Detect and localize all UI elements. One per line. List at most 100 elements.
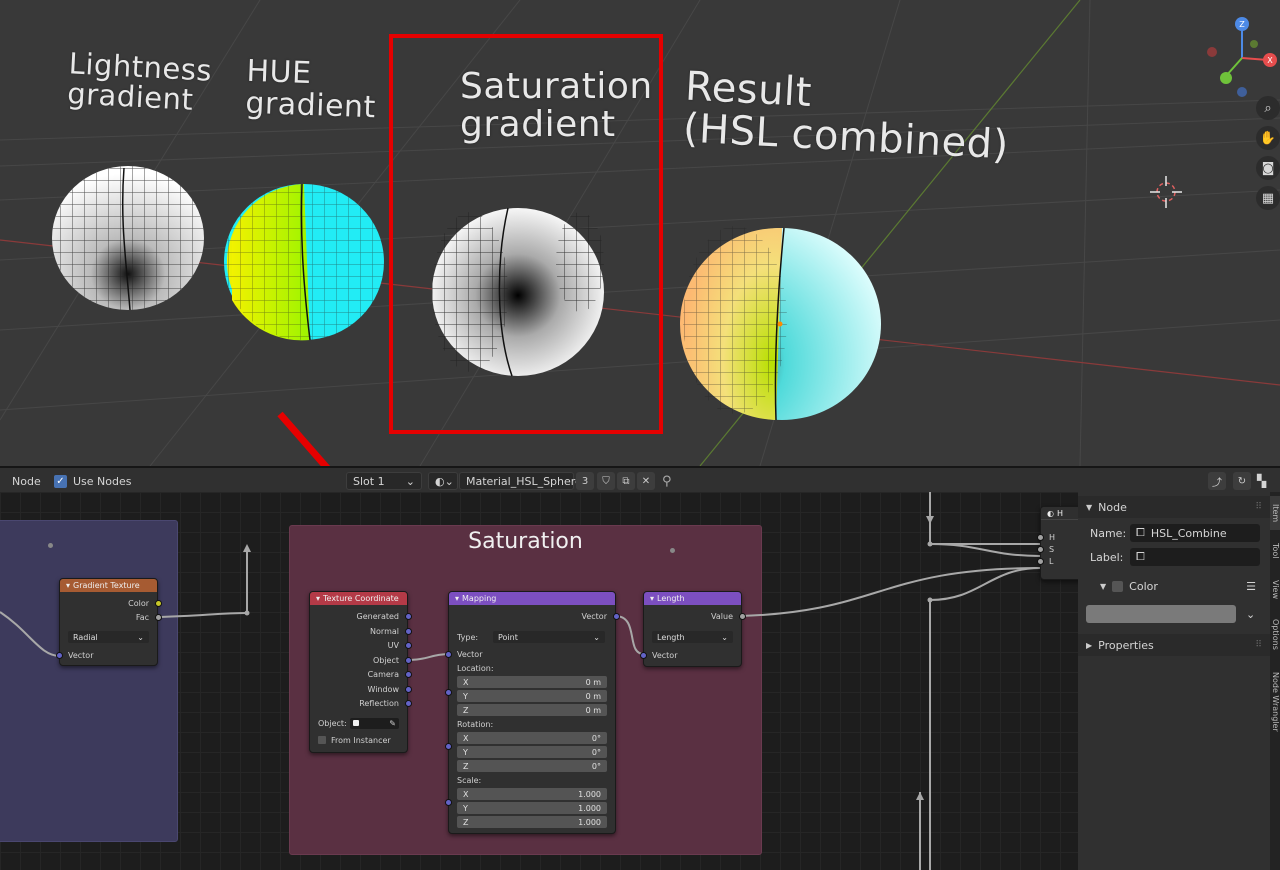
object-icon [352, 720, 359, 726]
socket-s[interactable] [1037, 546, 1044, 553]
snap-icon[interactable]: ↻ [1233, 472, 1251, 490]
node-header[interactable]: ▾ Texture Coordinate [310, 592, 407, 605]
name-row: Name: ⧠ HSL_Combine [1078, 524, 1270, 542]
material-name-field[interactable]: Material_HSL_Sphere [459, 472, 582, 490]
socket-vector[interactable] [56, 652, 63, 659]
zoom-icon[interactable]: ⌕ [1256, 96, 1280, 120]
node-header[interactable]: ▾ Mapping [449, 592, 615, 605]
output-generated: Generated [356, 611, 399, 621]
socket-out-vector[interactable] [613, 613, 620, 620]
socket-fac[interactable] [155, 614, 162, 621]
slot-dropdown[interactable]: Slot 1 ⌄ [346, 472, 422, 490]
socket-location[interactable] [445, 689, 452, 696]
socket-object[interactable] [405, 657, 412, 664]
use-nodes-toggle[interactable]: ✓ Use Nodes [54, 472, 132, 490]
socket-normal[interactable] [405, 628, 412, 635]
texture-coordinate-node[interactable]: ▾ Texture Coordinate Generated Normal UV … [309, 591, 412, 753]
socket-window[interactable] [405, 686, 412, 693]
socket-reflection[interactable] [405, 700, 412, 707]
gradient-type-dropdown[interactable]: Radial ⌄ [68, 631, 149, 643]
socket-value[interactable] [739, 613, 746, 620]
tab-tool[interactable]: Tool [1270, 536, 1280, 566]
scale-z-field[interactable]: Z 1.000 [457, 816, 607, 828]
node-editor-canvas[interactable]: Saturation ▾ Gradient Texture Color Fac … [0, 492, 1078, 870]
properties-panel-header[interactable]: ▶ Properties ⠿ [1078, 634, 1270, 656]
mapping-node[interactable]: ▾ Mapping Vector Type: Point ⌄ Vector Loca… [445, 591, 620, 834]
socket-l[interactable] [1037, 558, 1044, 565]
scale-y-field[interactable]: Y 1.000 [457, 802, 607, 814]
parent-node-tree-icon[interactable]: ⤴ [1208, 472, 1226, 490]
fake-user-shield-icon[interactable]: ⛉ [597, 472, 615, 490]
user-count[interactable]: 3 [576, 472, 594, 490]
perspective-grid-icon[interactable]: ▦ [1256, 186, 1280, 210]
node-header[interactable]: ▾ Length [644, 592, 741, 605]
3d-viewport[interactable]: Lightness gradient HUE gradient Saturation… [0, 0, 1280, 466]
material-browse-button[interactable]: ◐ ⌄ [428, 472, 458, 490]
color-subpanel-header[interactable]: ▼ Color ☰ [1078, 576, 1270, 596]
socket-h[interactable] [1037, 534, 1044, 541]
output-window: Window [367, 684, 399, 694]
location-y-field[interactable]: Y0 m [457, 690, 607, 702]
node-header[interactable]: ▾ Gradient Texture [60, 579, 157, 592]
rotation-y-field[interactable]: Y 0° [457, 746, 607, 758]
label-field[interactable]: ⧠ [1130, 548, 1260, 566]
node-menu[interactable]: Node [12, 472, 41, 490]
location-x-field[interactable]: X0 m [457, 676, 607, 688]
list-icon[interactable]: ☰ [1246, 580, 1256, 593]
location-label: Location: [457, 663, 494, 673]
location-z-field[interactable]: Z0 m [457, 704, 607, 716]
drag-handle-icon[interactable]: ⠿ [1255, 502, 1262, 512]
rotation-x-field[interactable]: X 0° [457, 732, 607, 744]
mapping-type-dropdown[interactable]: Point ⌄ [493, 631, 605, 643]
name-field[interactable]: ⧠ HSL_Combine [1130, 524, 1260, 542]
socket-rotation[interactable] [445, 743, 452, 750]
node-panel-header[interactable]: ▼ Node ⠿ [1078, 496, 1270, 518]
node-header[interactable]: ◐ H [1041, 507, 1078, 520]
navigation-gizmo[interactable]: Z X [1206, 14, 1278, 98]
gradient-texture-node[interactable]: ▾ Gradient Texture Color Fac Radial ⌄ Vect… [56, 578, 162, 666]
length-node[interactable]: ▾ Length Value Length ⌄ Vector [640, 591, 746, 667]
from-instancer-row[interactable]: From Instancer [310, 734, 407, 746]
color-swatch[interactable] [1086, 605, 1236, 623]
collapse-arrow-icon[interactable]: ▾ [66, 581, 70, 590]
drag-handle-icon[interactable]: ⠿ [1255, 640, 1262, 650]
socket-uv[interactable] [405, 642, 412, 649]
node-icon: ⧠ [1136, 550, 1145, 563]
color-checkbox[interactable] [1112, 580, 1124, 592]
socket-camera[interactable] [405, 671, 412, 678]
scale-x-field[interactable]: X 1.000 [457, 788, 607, 800]
tab-node-wrangler[interactable]: Node Wrangler [1270, 662, 1280, 742]
checkmark-icon[interactable]: ✓ [54, 474, 67, 488]
socket-in-vector[interactable] [640, 652, 647, 659]
hsl-combine-node[interactable]: ◐ H H S L [1037, 506, 1078, 580]
socket-color[interactable] [155, 600, 162, 607]
duplicate-material-icon[interactable]: ⧉ [617, 472, 635, 490]
overlay-icon[interactable]: ▚ [1257, 472, 1266, 490]
camera-icon[interactable]: ◙ [1256, 156, 1280, 180]
output-camera: Camera [367, 669, 399, 679]
object-picker-field[interactable]: ✎ [349, 717, 399, 729]
unlink-close-icon[interactable]: ✕ [637, 472, 655, 490]
pin-icon[interactable]: ⚲ [662, 472, 672, 490]
socket-in-vector[interactable] [445, 651, 452, 658]
socket-generated[interactable] [405, 613, 412, 620]
pan-hand-icon[interactable]: ✋ [1256, 126, 1280, 150]
eyedropper-icon[interactable]: ✎ [389, 719, 396, 728]
chevron-down-icon[interactable]: ⌄ [1246, 608, 1255, 621]
input-vector: Vector [457, 649, 483, 659]
tab-item[interactable]: Item [1270, 496, 1280, 530]
tab-view[interactable]: View [1270, 572, 1280, 606]
tab-options[interactable]: Options [1270, 610, 1280, 658]
from-instancer-checkbox[interactable] [318, 736, 326, 744]
3d-cursor [1150, 176, 1182, 208]
socket-scale[interactable] [445, 799, 452, 806]
lightness-label: Lightness gradient [66, 46, 213, 118]
output-normal: Normal [370, 626, 399, 636]
vector-math-operation-dropdown[interactable]: Length ⌄ [652, 631, 733, 643]
collapse-arrow-icon[interactable]: ▾ [455, 594, 459, 603]
result-label: Result (HSL combined) [681, 63, 1010, 169]
collapse-arrow-icon[interactable]: ▾ [650, 594, 654, 603]
rotation-z-field[interactable]: Z 0° [457, 760, 607, 772]
color-row: ⌄ [1078, 604, 1270, 624]
collapse-arrow-icon[interactable]: ▾ [316, 594, 320, 603]
